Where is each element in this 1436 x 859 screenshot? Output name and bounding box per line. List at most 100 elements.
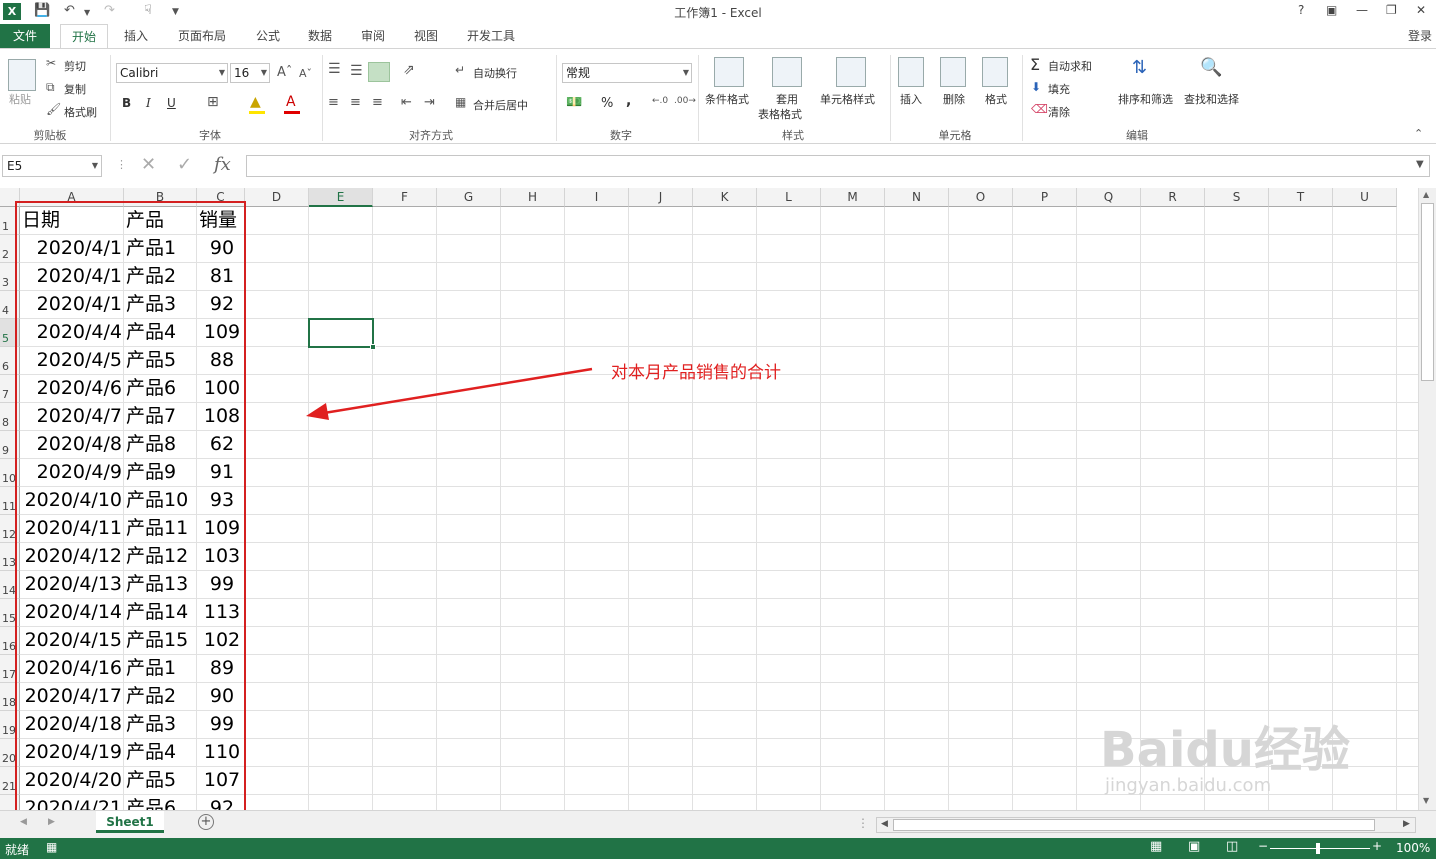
decrease-font-icon[interactable]: Aˇ — [299, 67, 312, 80]
fill-button[interactable]: 填充 — [1048, 81, 1070, 97]
column-header-j[interactable]: J — [629, 188, 693, 207]
font-size-combo[interactable]: 16 ▼ — [230, 63, 270, 83]
name-box[interactable]: E5 ▼ — [2, 155, 102, 177]
zoom-slider-thumb[interactable] — [1316, 843, 1320, 854]
paste-icon[interactable] — [8, 59, 36, 91]
formula-input[interactable] — [246, 155, 1430, 177]
column-header-n[interactable]: N — [885, 188, 949, 207]
scroll-left-icon[interactable]: ◀ — [881, 819, 888, 829]
underline-button[interactable]: U — [167, 96, 176, 110]
column-header-l[interactable]: L — [757, 188, 821, 207]
increase-decimal-icon[interactable]: ←.0 — [652, 96, 668, 106]
column-header-h[interactable]: H — [501, 188, 565, 207]
currency-icon[interactable]: 💵 — [566, 95, 582, 110]
fill-icon[interactable]: ⬇ — [1031, 80, 1041, 94]
zoom-slider-track[interactable] — [1270, 848, 1370, 849]
column-header-p[interactable]: P — [1013, 188, 1077, 207]
zoom-level[interactable]: 100% — [1396, 841, 1430, 855]
find-select-button[interactable]: 查找和选择 — [1184, 91, 1239, 107]
fill-handle[interactable] — [370, 344, 376, 350]
conditional-format-button[interactable]: 条件格式 — [705, 91, 749, 107]
tab-home[interactable]: 开始 — [60, 24, 108, 49]
comma-button[interactable]: , — [626, 93, 631, 109]
tab-insert[interactable]: 插入 — [116, 24, 156, 49]
close-icon[interactable]: ✕ — [1416, 3, 1426, 17]
conditional-format-icon[interactable] — [714, 57, 744, 87]
column-header-q[interactable]: Q — [1077, 188, 1141, 207]
copy-icon[interactable]: ⧉ — [46, 80, 55, 95]
eraser-icon[interactable]: ⌫ — [1031, 102, 1048, 116]
vertical-scrollbar[interactable]: ▲ ▼ — [1418, 188, 1436, 810]
page-layout-view-icon[interactable]: ▣ — [1188, 839, 1200, 854]
scroll-down-icon[interactable]: ▼ — [1423, 796, 1429, 805]
sheet-tab-sheet1[interactable]: Sheet1 — [96, 811, 164, 833]
format-painter-button[interactable]: 格式刷 — [64, 104, 97, 120]
table-format-label-2[interactable]: 表格格式 — [758, 106, 802, 122]
horizontal-scrollbar[interactable]: ◀ ▶ — [876, 817, 1416, 833]
column-header-i[interactable]: I — [565, 188, 629, 207]
prev-sheet-icon[interactable]: ◀ — [20, 817, 27, 827]
next-sheet-icon[interactable]: ▶ — [48, 817, 55, 827]
delete-cells-button[interactable]: 删除 — [943, 91, 965, 107]
help-button[interactable]: ? — [1298, 3, 1304, 17]
column-header-f[interactable]: F — [373, 188, 437, 207]
increase-font-icon[interactable]: Aˆ — [277, 65, 292, 80]
tab-data[interactable]: 数据 — [300, 24, 340, 49]
collapse-ribbon-icon[interactable]: ⌃ — [1414, 127, 1423, 140]
cancel-icon[interactable]: ✕ — [141, 154, 156, 175]
percent-button[interactable]: % — [601, 96, 613, 111]
border-icon[interactable]: ⊞ — [207, 94, 219, 110]
expand-formula-icon[interactable]: ▼ — [1416, 159, 1424, 170]
column-header-d[interactable]: D — [245, 188, 309, 207]
number-format-combo[interactable]: 常规 ▼ — [562, 63, 692, 83]
scroll-right-icon[interactable]: ▶ — [1403, 819, 1410, 829]
login-link[interactable]: 登录 — [1404, 24, 1436, 49]
insert-cells-button[interactable]: 插入 — [900, 91, 922, 107]
column-header-s[interactable]: S — [1205, 188, 1269, 207]
column-header-e[interactable]: E — [309, 188, 373, 207]
autosum-icon[interactable]: Σ — [1030, 55, 1040, 74]
align-top-icon[interactable]: ☰ — [328, 61, 341, 77]
macro-record-icon[interactable]: ▦ — [46, 840, 57, 854]
insert-function-button[interactable]: fx — [214, 154, 231, 175]
horizontal-scroll-thumb[interactable] — [893, 819, 1375, 831]
format-cells-button[interactable]: 格式 — [985, 91, 1007, 107]
clear-button[interactable]: 清除 — [1048, 104, 1070, 120]
merge-center-button[interactable]: 合并后居中 — [473, 97, 528, 113]
enter-icon[interactable]: ✓ — [177, 154, 192, 175]
active-cell-selection[interactable] — [308, 318, 376, 350]
vertical-scroll-thumb[interactable] — [1421, 203, 1434, 381]
column-header-t[interactable]: T — [1269, 188, 1333, 207]
wrap-text-icon[interactable]: ↵ — [455, 63, 465, 77]
tab-review[interactable]: 审阅 — [353, 24, 393, 49]
copy-button[interactable]: 复制 — [64, 81, 86, 97]
cut-button[interactable]: 剪切 — [64, 58, 86, 74]
column-header-o[interactable]: O — [949, 188, 1013, 207]
tab-file[interactable]: 文件 — [0, 24, 50, 49]
increase-indent-icon[interactable]: ⇥ — [424, 95, 435, 110]
align-right-icon[interactable]: ≡ — [372, 95, 383, 110]
cut-icon[interactable]: ✂ — [46, 56, 56, 70]
bold-button[interactable]: B — [122, 96, 131, 110]
align-middle-icon[interactable]: ☰ — [350, 63, 363, 79]
tab-developer[interactable]: 开发工具 — [460, 24, 522, 49]
sort-filter-button[interactable]: 排序和筛选 — [1118, 91, 1173, 107]
font-name-combo[interactable]: Calibri ▼ — [116, 63, 228, 83]
minimize-icon[interactable]: — — [1356, 3, 1368, 17]
restore-icon[interactable]: ❐ — [1386, 3, 1397, 17]
align-center-icon[interactable]: ≡ — [350, 95, 361, 110]
normal-view-icon[interactable]: ▦ — [1150, 839, 1162, 854]
decrease-decimal-icon[interactable]: .00→ — [674, 96, 696, 106]
cell-styles-icon[interactable] — [836, 57, 866, 87]
tab-view[interactable]: 视图 — [406, 24, 446, 49]
table-format-icon[interactable] — [772, 57, 802, 87]
format-painter-icon[interactable]: 🖌 — [46, 102, 61, 116]
column-header-r[interactable]: R — [1141, 188, 1205, 207]
align-left-icon[interactable]: ≡ — [328, 95, 339, 110]
column-header-k[interactable]: K — [693, 188, 757, 207]
column-header-m[interactable]: M — [821, 188, 885, 207]
merge-center-icon[interactable]: ▦ — [455, 95, 466, 109]
tab-formulas[interactable]: 公式 — [248, 24, 288, 49]
binoculars-icon[interactable]: 🔍 — [1200, 57, 1222, 78]
tab-page-layout[interactable]: 页面布局 — [170, 24, 234, 49]
